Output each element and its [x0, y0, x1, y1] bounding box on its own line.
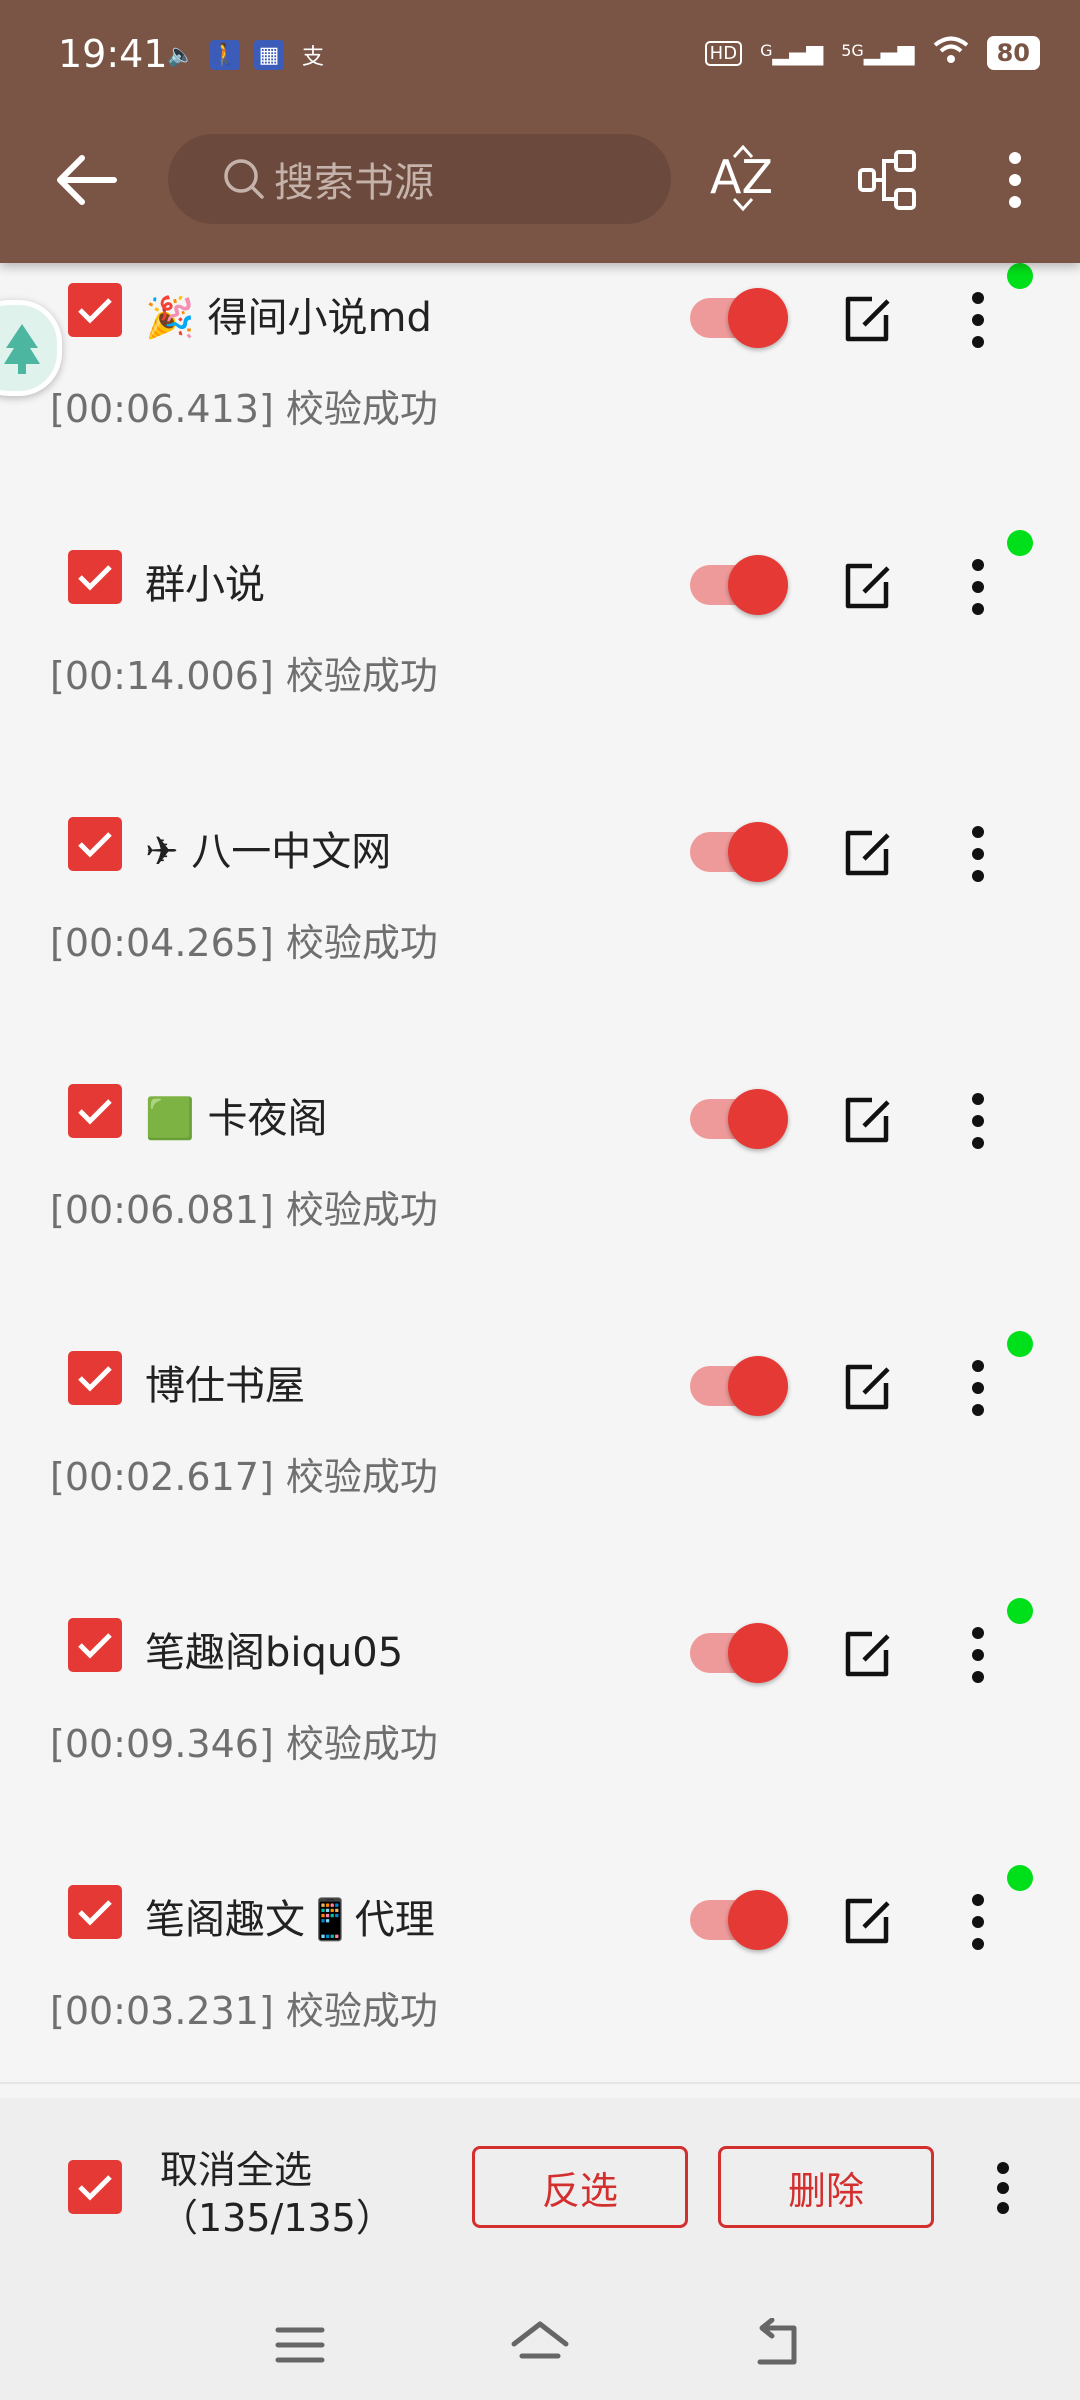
check-icon — [78, 832, 112, 858]
item-checkbox[interactable] — [68, 817, 122, 871]
item-more-icon[interactable] — [960, 1892, 996, 1952]
enable-toggle-thumb[interactable] — [728, 555, 788, 615]
search-icon — [224, 159, 264, 199]
source-detail: [00:14.006] 校验成功 — [50, 654, 438, 698]
group-tree-icon — [858, 150, 916, 210]
check-icon — [78, 2175, 112, 2201]
check-icon — [78, 565, 112, 591]
check-icon — [78, 1900, 112, 1926]
enable-toggle-thumb[interactable] — [728, 1356, 788, 1416]
online-status-dot — [1007, 530, 1033, 556]
enable-toggle-thumb[interactable] — [728, 1890, 788, 1950]
list-item[interactable]: ✈ 八一中文网 [00:04.265] 校验成功 — [0, 747, 1080, 1016]
list-item[interactable]: 🟩 卡夜阁 [00:06.081] 校验成功 — [0, 1014, 1080, 1283]
back-icon[interactable] — [750, 2318, 810, 2372]
app-notification-icon: 🚶 — [210, 40, 240, 70]
enable-toggle-thumb[interactable] — [728, 822, 788, 882]
status-time: 19:41 — [58, 32, 168, 76]
item-checkbox[interactable] — [68, 1351, 122, 1405]
sort-az-icon: AZ — [710, 145, 773, 212]
online-status-dot — [1007, 263, 1033, 289]
select-all-label[interactable]: 取消全选 （135/135） — [160, 2146, 394, 2242]
source-name: 笔阁趣文📱代理 — [145, 1897, 435, 1943]
source-name: 🎉 得间小说md — [145, 295, 432, 341]
source-detail: [00:06.413] 校验成功 — [50, 387, 438, 431]
source-name: ✈ 八一中文网 — [145, 829, 392, 875]
bottom-more-icon[interactable] — [988, 2160, 1018, 2216]
list-item[interactable]: 笔趣阁biqu05 [00:09.346] 校验成功 — [0, 1548, 1080, 1817]
sound-icon: 🔈 — [167, 42, 195, 68]
source-name: 博仕书屋 — [145, 1363, 305, 1409]
enable-toggle-thumb[interactable] — [728, 1089, 788, 1149]
item-checkbox[interactable] — [68, 1084, 122, 1138]
source-detail: [00:04.265] 校验成功 — [50, 921, 438, 965]
source-detail: [00:02.617] 校验成功 — [50, 1455, 438, 1499]
edit-icon[interactable] — [842, 560, 894, 612]
source-name: 群小说 — [145, 562, 265, 608]
source-name: 笔趣阁biqu05 — [145, 1630, 404, 1676]
delete-button[interactable]: 删除 — [718, 2146, 934, 2228]
edit-icon[interactable] — [842, 827, 894, 879]
check-icon — [78, 298, 112, 324]
item-more-icon[interactable] — [960, 1358, 996, 1418]
item-more-icon[interactable] — [960, 1091, 996, 1151]
signal-5g-icon: 5G▂▄▆ — [841, 40, 915, 66]
home-icon[interactable] — [510, 2318, 570, 2372]
item-more-icon[interactable] — [960, 824, 996, 884]
search-placeholder: 搜索书源 — [274, 160, 434, 206]
sort-button[interactable]: AZ — [705, 142, 781, 218]
edit-icon[interactable] — [842, 1361, 894, 1413]
online-status-dot — [1007, 1865, 1033, 1891]
svg-text:AZ: AZ — [710, 150, 773, 204]
invert-selection-button[interactable]: 反选 — [472, 2146, 688, 2228]
select-all-checkbox[interactable] — [68, 2160, 122, 2214]
android-icon: ▦ — [254, 40, 284, 70]
list-item[interactable]: 博仕书屋 [00:02.617] 校验成功 — [0, 1281, 1080, 1550]
enable-toggle-thumb[interactable] — [728, 1623, 788, 1683]
list-item[interactable]: 群小说 [00:14.006] 校验成功 — [0, 480, 1080, 749]
hd-icon: HD — [704, 40, 743, 66]
item-checkbox[interactable] — [68, 283, 122, 337]
system-nav-bar — [0, 2308, 1080, 2400]
alipay-icon: 支 — [301, 45, 324, 70]
edit-icon[interactable] — [842, 1628, 894, 1680]
list-item[interactable]: 笔阁趣文📱代理 [00:03.231] 校验成功 — [0, 1815, 1080, 2084]
menu-icon[interactable] — [270, 2318, 330, 2372]
group-button[interactable] — [850, 142, 926, 218]
selection-bar: 取消全选 （135/135） 反选 删除 — [0, 2098, 1080, 2400]
item-checkbox[interactable] — [68, 1885, 122, 1939]
edit-icon[interactable] — [842, 293, 894, 345]
online-status-dot — [1007, 1598, 1033, 1624]
item-checkbox[interactable] — [68, 550, 122, 604]
item-checkbox[interactable] — [68, 1618, 122, 1672]
check-icon — [78, 1633, 112, 1659]
item-more-icon[interactable] — [960, 1625, 996, 1685]
edit-icon[interactable] — [842, 1094, 894, 1146]
back-arrow-icon[interactable] — [54, 152, 118, 208]
status-bar: 19:41 🔈 🚶 ▦ 支 HD G▂▄▆ 5G▂▄▆ 80 — [0, 0, 1080, 120]
check-icon — [78, 1366, 112, 1392]
wifi-icon — [933, 36, 969, 70]
app-bar: 19:41 🔈 🚶 ▦ 支 HD G▂▄▆ 5G▂▄▆ 80 搜索书源 AZ — [0, 0, 1080, 263]
item-more-icon[interactable] — [960, 290, 996, 350]
signal-icon: G▂▄▆ — [760, 40, 824, 66]
source-detail: [00:09.346] 校验成功 — [50, 1722, 438, 1766]
edit-icon[interactable] — [842, 1895, 894, 1947]
search-input[interactable]: 搜索书源 — [168, 134, 671, 224]
item-more-icon[interactable] — [960, 557, 996, 617]
battery-icon: 80 — [986, 36, 1040, 70]
source-name: 🟩 卡夜阁 — [145, 1096, 328, 1142]
source-detail: [00:03.231] 校验成功 — [50, 1989, 438, 2033]
overflow-menu-button[interactable] — [977, 142, 1053, 218]
more-vertical-icon — [1009, 152, 1021, 208]
online-status-dot — [1007, 1331, 1033, 1357]
enable-toggle-thumb[interactable] — [728, 288, 788, 348]
tree-icon — [4, 324, 40, 374]
check-icon — [78, 1099, 112, 1125]
source-detail: [00:06.081] 校验成功 — [50, 1188, 438, 1232]
